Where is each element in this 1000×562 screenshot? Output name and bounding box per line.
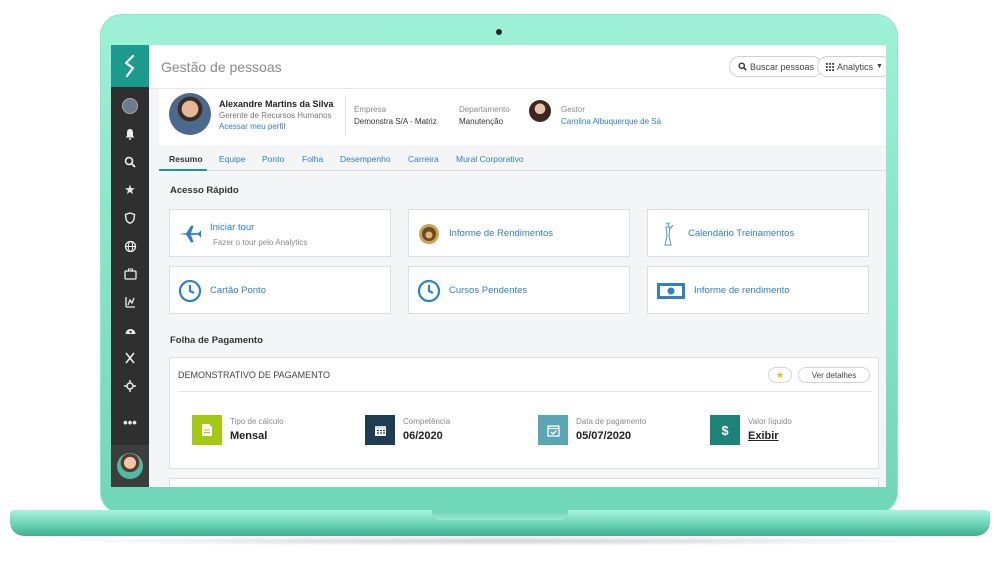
search-icon [738,62,747,71]
payroll-item-label: Data de pagamento [576,417,647,426]
quick-card-calendario-treinamentos[interactable]: Calendário Treinamentos [647,209,869,257]
bell-icon[interactable] [111,120,149,148]
banknote-icon [656,279,686,303]
divider [178,391,872,392]
manager-avatar [529,100,551,122]
manager-label: Gestor [561,105,586,114]
document-icon [192,415,222,445]
quick-card-informe-rendimentos[interactable]: Informe de Rendimentos [408,209,630,257]
divider [345,95,346,135]
caret-down-icon: ▼ [876,63,883,70]
laptop-notch [432,510,568,520]
quick-card-title: Cursos Pendentes [449,285,528,296]
payroll-item-value: Mensal [230,430,268,442]
payroll-item-label: Valor líquido [748,417,792,426]
profile-role: Gerente de Recursos Humanos [219,111,332,120]
calendar-check-icon [538,415,568,445]
tab-ponto[interactable]: Ponto [262,154,284,164]
user-avatar [117,453,143,479]
more-icon[interactable]: ••• [111,408,149,436]
chart-icon[interactable] [111,288,149,316]
profile-link[interactable]: Acessar meu perfil [219,122,285,131]
user-menu[interactable] [111,445,149,487]
payroll-card: DEMONSTRATIVO DE PAGAMENTO ★ Ver detalhe… [169,357,879,469]
tab-mural-corporativo[interactable]: Mural Corporativo [456,154,524,164]
avatar [122,98,138,114]
department-value: Manutenção [459,117,504,126]
lion-emblem-icon [417,222,441,246]
dollar-icon: $ [710,415,740,445]
payroll-item-net-value: $ Valor líquido Exibir [710,415,860,449]
clock-icon [178,279,202,303]
search-people-button[interactable]: Buscar pessoas [729,56,824,77]
grid-icon [826,62,834,71]
x-icon[interactable] [111,344,149,372]
payroll-item-label: Competência [403,417,451,426]
quick-card-title: Iniciar tour [210,222,255,233]
sidebar-avatar[interactable] [111,92,149,120]
payroll-item-competence: Competência 06/2020 [365,415,515,449]
search-icon[interactable] [111,148,149,176]
camera-icon [496,29,502,35]
tab-desempenho[interactable]: Desempenho [340,154,391,164]
crosshair-icon[interactable] [111,372,149,400]
payroll-title: Folha de Pagamento [170,335,263,346]
star-icon: ★ [775,369,785,380]
payroll-item-calc-type: Tipo de cálculo Mensal [192,415,342,449]
quick-card-start-tour[interactable]: Iniciar tour Fazer o tour pelo Analytics [169,209,391,257]
company-label: Empresa [354,105,387,114]
statue-icon [656,222,680,246]
shield-icon[interactable] [111,204,149,232]
quick-card-cursos-pendentes[interactable]: Cursos Pendentes [408,266,630,314]
payroll-card-title: DEMONSTRATIVO DE PAGAMENTO [178,370,331,380]
next-card [169,478,879,487]
star-icon[interactable]: ★ [111,176,149,204]
tab-resumo[interactable]: Resumo [169,154,203,164]
payroll-item-value: 06/2020 [403,430,443,442]
payroll-item-value: 05/07/2020 [576,430,632,442]
quick-card-title: Calendário Treinamentos [688,228,795,239]
show-net-value-link[interactable]: Exibir [748,430,779,442]
tab-carreira[interactable]: Carreira [408,154,439,164]
brand-logo-icon[interactable] [111,45,149,87]
department-label: Departamento [459,105,510,114]
profile-name: Alexandre Martins da Silva [219,99,334,109]
quick-access-title: Acesso Rápido [170,185,239,196]
briefcase-icon[interactable] [111,260,149,288]
calendar-icon [365,415,395,445]
tab-bar: Resumo Equipe Ponto Folha Desempenho Car… [159,149,886,171]
sidebar: ★ ••• [111,45,149,487]
top-bar: Gestão de pessoas Buscar pessoas Analyti… [149,45,886,89]
search-people-label: Buscar pessoas [750,61,815,72]
analytics-dropdown[interactable]: Analytics ▼ [817,56,886,77]
laptop-shadow [30,536,970,546]
quick-card-informe-rendimento[interactable]: Informe de rendimento [647,266,869,314]
app-screen: ★ ••• Gestão de pessoas Buscar pessoas A… [111,45,886,487]
favorite-button[interactable]: ★ [768,367,792,383]
view-details-button[interactable]: Ver detalhes [798,367,870,383]
profile-header: Alexandre Martins da Silva Gerente de Re… [159,89,886,145]
profile-avatar [169,93,211,135]
quick-card-title: Cartão Ponto [210,285,266,296]
payroll-item-label: Tipo de cálculo [230,417,284,426]
quick-card-subtitle: Fazer o tour pelo Analytics [213,238,308,247]
clock-icon [417,279,441,303]
quick-card-title: Informe de Rendimentos [449,228,554,239]
company-value: Demonstra S/A - Matriz [354,117,437,126]
airplane-icon [178,222,202,246]
tab-folha[interactable]: Folha [302,154,323,164]
active-tab-indicator [159,169,207,171]
analytics-label: Analytics [837,61,874,72]
quick-card-title: Informe de rendimento [694,285,790,296]
globe-icon[interactable] [111,232,149,260]
payroll-item-payment-date: Data de pagamento 05/07/2020 [538,415,688,449]
tab-equipe[interactable]: Equipe [219,154,245,164]
page-title: Gestão de pessoas [161,59,282,75]
manager-link[interactable]: Carolina Albuquerque de Sá [561,117,661,126]
gauge-icon[interactable] [111,316,149,344]
quick-card-cartao-ponto[interactable]: Cartão Ponto [169,266,391,314]
